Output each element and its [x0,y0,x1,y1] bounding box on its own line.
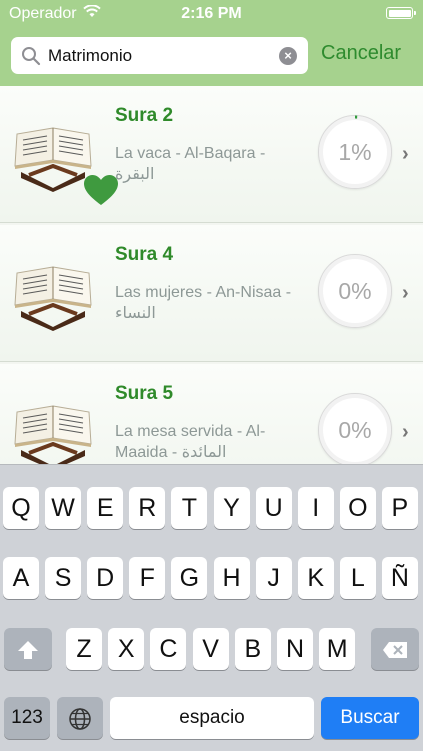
results-list: Sura 2 La vaca - Al-Baqara - البقرة 1% › [0,86,423,464]
result-row[interactable]: Sura 4 Las mujeres - An-Nisaa - النساء 0… [0,225,423,362]
key-u[interactable]: U [255,487,292,529]
key-s[interactable]: S [45,557,82,599]
sura-subtitle: Las mujeres - An-Nisaa - النساء [115,282,310,324]
sura-subtitle-line1: La mesa servida - Al- [115,423,266,440]
heart-icon [83,174,119,211]
sura-title: Sura 2 [115,105,174,126]
result-row[interactable]: Sura 2 La vaca - Al-Baqara - البقرة 1% › [0,86,423,223]
quran-book-icon [7,259,99,331]
key-x[interactable]: X [108,628,145,670]
key-k[interactable]: K [297,557,334,599]
key-c[interactable]: C [150,628,187,670]
key-l[interactable]: L [339,557,376,599]
key-z[interactable]: Z [66,628,102,670]
progress-circle: 1% [318,115,392,189]
key-y[interactable]: Y [213,487,250,529]
search-icon [21,46,41,71]
numbers-key[interactable]: 123 [4,697,50,739]
key-e[interactable]: E [87,487,124,529]
key-v[interactable]: V [192,628,229,670]
key-ñ[interactable]: Ñ [381,557,418,599]
key-t[interactable]: T [171,487,208,529]
progress-percent: 0% [338,417,372,443]
key-a[interactable]: A [3,557,39,599]
sura-subtitle: La mesa servida - Al- Maaida - المائدة [115,421,310,463]
clear-icon[interactable]: × [279,47,297,65]
sura-subtitle-line2: النساء [115,305,156,322]
search-key[interactable]: Buscar [321,697,419,739]
chevron-right-icon: › [402,282,409,304]
cancel-button[interactable]: Cancelar [321,42,401,65]
backspace-icon [382,635,408,663]
chevron-right-icon: › [402,143,409,165]
chevron-right-icon: › [402,421,409,443]
key-g[interactable]: G [171,557,208,599]
backspace-key[interactable] [371,628,419,670]
key-q[interactable]: Q [3,487,39,529]
key-f[interactable]: F [129,557,166,599]
status-time: 2:16 PM [181,5,242,22]
space-key[interactable]: espacio [110,697,314,739]
battery-icon [386,7,416,19]
key-p[interactable]: P [381,487,418,529]
sura-subtitle-line2: البقرة [115,166,155,183]
status-bar: Operador 2:16 PM [0,0,423,28]
globe-icon [68,704,92,732]
search-input-value: Matrimonio [48,46,133,65]
key-i[interactable]: I [297,487,334,529]
key-j[interactable]: J [255,557,292,599]
quran-book-icon [7,398,99,464]
progress-percent: 0% [338,278,372,304]
key-o[interactable]: O [339,487,376,529]
sura-title: Sura 4 [115,244,174,265]
progress-percent: 1% [338,139,372,165]
globe-key[interactable] [57,697,103,739]
key-h[interactable]: H [213,557,250,599]
sura-subtitle-line2: Maaida - المائدة [115,444,227,461]
keyboard: 123 espacio Buscar QWERTYUIOP ASDFGHJKLÑ Z… [0,464,423,751]
key-r[interactable]: R [129,487,166,529]
sura-subtitle: La vaca - Al-Baqara - البقرة [115,143,310,185]
key-b[interactable]: B [234,628,271,670]
search-input[interactable]: Matrimonio × [11,37,308,74]
shift-icon [17,635,39,663]
key-m[interactable]: M [319,628,356,670]
result-row[interactable]: Sura 5 La mesa servida - Al- Maaida - ال… [0,364,423,464]
shift-key[interactable] [4,628,52,670]
progress-circle: 0% [318,393,392,464]
key-w[interactable]: W [45,487,82,529]
progress-circle: 0% [318,254,392,328]
search-bar: Matrimonio × Cancelar [0,28,423,87]
sura-subtitle-line1: La vaca - Al-Baqara - [115,145,266,162]
sura-title: Sura 5 [115,383,174,404]
key-n[interactable]: N [277,628,313,670]
sura-subtitle-line1: Las mujeres - An-Nisaa - [115,284,292,301]
key-d[interactable]: D [87,557,124,599]
